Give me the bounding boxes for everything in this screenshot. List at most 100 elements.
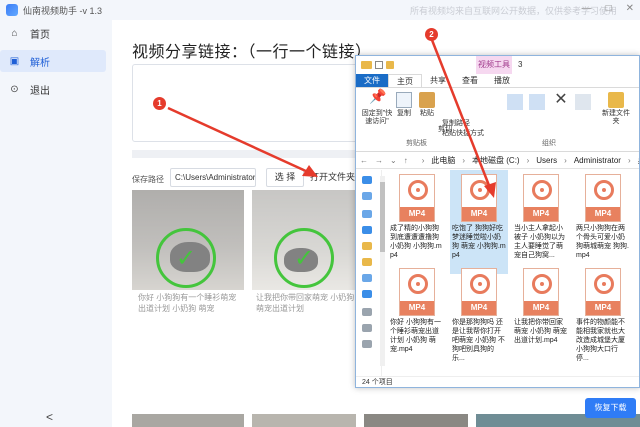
save-path-label: 保存路径 — [132, 175, 164, 184]
clipboard-group-label: 剪贴板 — [406, 140, 427, 147]
address-bar[interactable]: ← → ⌄ ↑ › 此电脑 › 本地磁盘 (C:) › Users › Admi… — [356, 152, 639, 169]
new-folder-button[interactable]: 新建文件夹 — [602, 92, 630, 126]
minimize-button[interactable]: — — [582, 3, 592, 14]
mp4-file-icon: MP4 — [585, 268, 621, 316]
drive-icon[interactable] — [362, 340, 372, 348]
chevron-down-icon[interactable]: ⌄ — [390, 156, 397, 165]
save-path-field[interactable]: C:\Users\Administrator\ — [170, 168, 256, 187]
scrollbar-thumb[interactable] — [380, 182, 385, 252]
file-item[interactable]: MP4 你好 小狗狗有一个睡衫萌宠出道计划 小奶狗 萌宠.mp4 — [388, 264, 446, 368]
tab-home[interactable]: 主页 — [388, 74, 422, 87]
sidebar-item-exit[interactable]: ⊙ 退出 — [0, 78, 106, 100]
delete-icon: ✕ — [554, 91, 568, 108]
file-item[interactable]: MP4 两只小狗狗在两个骨头可爱小奶狗萌城萌宠 狗狗.mp4 — [574, 170, 632, 274]
video-thumbnail[interactable] — [364, 414, 468, 427]
copy-to-icon — [529, 94, 545, 110]
pin-quick-access-button[interactable]: 📌 固定到"快速访问" — [360, 89, 394, 126]
drive-icon[interactable] — [362, 308, 372, 316]
annotation-marker: 2 — [425, 28, 438, 41]
file-name: 你是那狗狗吗 还是让我帮你打开吧萌宠 小奶狗 不狗吧别具狗的乐... — [452, 319, 505, 362]
mp4-file-icon: MP4 — [461, 268, 497, 316]
rename-button[interactable] — [574, 94, 592, 112]
home-icon: ⌂ — [11, 27, 18, 39]
check-circle-icon: ✓ — [156, 228, 216, 288]
folder-icon — [361, 61, 372, 69]
file-item[interactable]: MP4 成了精的小狗狗到底遭遭遭撸狗小奶狗 小狗狗.mp4 — [388, 170, 446, 274]
breadcrumb[interactable]: 本地磁盘 (C:) — [472, 155, 520, 166]
maximize-button[interactable]: □ — [606, 3, 612, 14]
tab-play[interactable]: 播放 — [486, 74, 518, 87]
file-item[interactable]: MP4 当小主人拿起小被子 小奶狗以为主人要睡觉了萌宠自己狗窝... — [512, 170, 570, 274]
paste-icon — [419, 92, 435, 108]
sidebar-item-home[interactable]: ⌂ 首页 — [0, 22, 106, 44]
copy-path-button[interactable]: 复制路径 — [442, 120, 490, 128]
new-folder-icon[interactable] — [386, 61, 394, 69]
exit-icon: ⊙ — [10, 83, 19, 95]
file-explorer-window: 视频工具 3 文件 主页 共享 查看 播放 📌 固定到"快速访问" 复制 粘贴 … — [355, 55, 640, 388]
mp4-file-icon: MP4 — [399, 174, 435, 222]
up-icon[interactable]: ↑ — [404, 156, 408, 165]
mp4-file-icon: MP4 — [585, 174, 621, 222]
music-icon[interactable] — [362, 274, 372, 282]
copy-button[interactable]: 复制 — [394, 92, 414, 118]
page-title: 视频分享链接：（一行一个链接） — [132, 44, 372, 61]
annotation-marker: 1 — [153, 97, 166, 110]
move-to-icon — [507, 94, 523, 110]
copy-icon — [396, 92, 412, 108]
open-folder-button[interactable]: 打开文件夹 — [310, 168, 356, 187]
video-thumbnail[interactable]: ✓ — [132, 190, 244, 290]
parse-icon: ▣ — [9, 55, 20, 67]
app-logo-icon — [6, 4, 18, 16]
mp4-file-icon: MP4 — [461, 174, 497, 222]
ribbon: 📌 固定到"快速访问" 复制 粘贴 剪切 复制路径 粘贴快捷方式 剪贴板 ✕ 组… — [356, 88, 639, 152]
folder-icon[interactable] — [362, 242, 372, 250]
collapse-sidebar-icon[interactable]: < — [46, 410, 53, 424]
download-icon[interactable] — [362, 226, 372, 234]
restore-download-button[interactable]: 恢复下载 — [585, 398, 636, 418]
folder-icon[interactable] — [362, 210, 372, 218]
explorer-body: MP4 成了精的小狗狗到底遭遭遭撸狗小奶狗 小狗狗.mp4 MP4 吃饱了 狗狗… — [356, 170, 639, 378]
mp4-file-icon: MP4 — [399, 268, 435, 316]
video-thumbnail[interactable]: ✓ — [252, 190, 356, 290]
tab-file[interactable]: 文件 — [356, 74, 388, 87]
video-thumbnail[interactable] — [252, 414, 356, 427]
move-to-button[interactable] — [506, 94, 524, 112]
organize-group-label: 组织 — [542, 140, 556, 147]
video-caption: 你好 小狗狗有一个睡衫萌宠出道计划 小奶狗 萌宠 — [138, 293, 237, 313]
ribbon-tabs: 文件 主页 共享 查看 播放 — [356, 74, 639, 88]
properties-icon[interactable] — [375, 61, 383, 69]
status-bar: 24 个项目 — [356, 376, 639, 387]
back-icon[interactable]: ← — [360, 156, 368, 165]
video-tools-tab[interactable]: 视频工具 — [476, 56, 512, 74]
app-title: 仙南视频助手 -v 1.3 — [23, 5, 103, 16]
computer-icon[interactable] — [362, 192, 372, 200]
mp4-file-icon: MP4 — [523, 174, 559, 222]
tab-view[interactable]: 查看 — [454, 74, 486, 87]
file-item[interactable]: MP4 你是那狗狗吗 还是让我帮你打开吧萌宠 小奶狗 不狗吧别具狗的乐... — [450, 264, 508, 368]
sidebar-item-label: 解析 — [30, 57, 50, 69]
file-item[interactable]: MP4 让我把你带回家萌宠 小奶狗 萌宠出道计划.mp4 — [512, 264, 570, 368]
forward-icon[interactable]: → — [375, 156, 383, 165]
browse-button[interactable]: 选 择 — [266, 168, 304, 187]
breadcrumb[interactable]: Users — [536, 156, 557, 165]
breadcrumb[interactable]: Administrator — [574, 156, 621, 165]
paste-button[interactable]: 粘贴 — [416, 92, 438, 118]
copy-to-button[interactable] — [528, 94, 546, 112]
explorer-titlebar: 视频工具 3 — [356, 56, 639, 74]
new-folder-icon — [608, 92, 624, 108]
sidebar-item-parse[interactable]: ▣ 解析 — [0, 50, 106, 72]
paste-shortcut-button[interactable]: 粘贴快捷方式 — [442, 130, 500, 138]
folder-icon[interactable] — [362, 258, 372, 266]
mp4-file-icon: MP4 — [523, 268, 559, 316]
cloud-icon[interactable] — [362, 176, 372, 184]
breadcrumb[interactable]: 此电脑 — [431, 155, 455, 166]
sidebar-item-label: 退出 — [30, 85, 50, 97]
close-button[interactable]: ✕ — [626, 3, 634, 14]
video-thumbnail[interactable] — [132, 414, 244, 427]
drive-icon[interactable] — [362, 324, 372, 332]
tab-share[interactable]: 共享 — [422, 74, 454, 87]
delete-button[interactable]: ✕ — [552, 92, 570, 110]
file-item[interactable]: MP4 吃饱了 狗狗好吃梦迷睡觉啦小奶狗 萌宠 小狗狗.mp4 — [450, 170, 508, 274]
file-item[interactable]: MP4 事件的物颜能不能相我家就也大改造成城堡大厦小狗狗大口行停... — [574, 264, 632, 368]
desktop-icon[interactable] — [362, 290, 372, 298]
